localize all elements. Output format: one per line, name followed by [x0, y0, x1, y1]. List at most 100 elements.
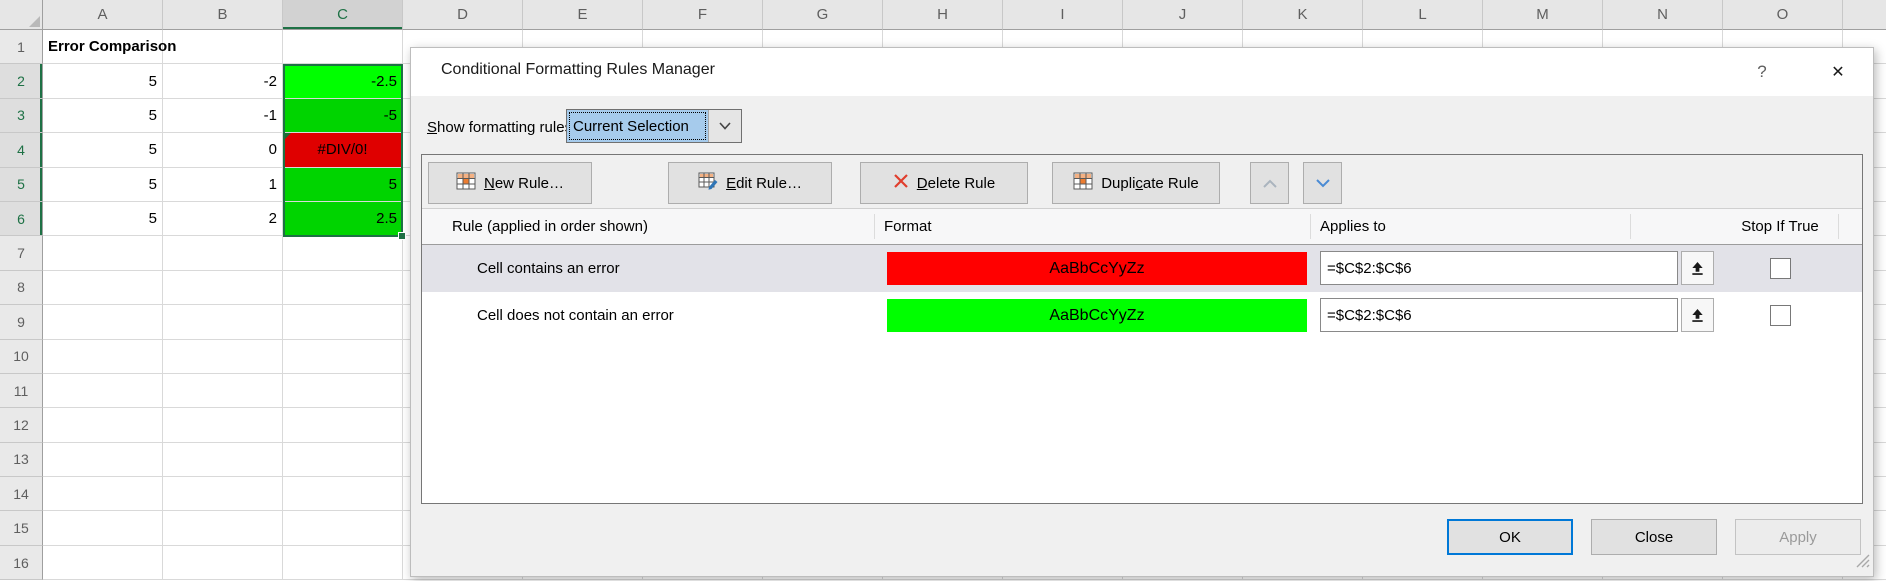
cell-A8[interactable]: [43, 271, 163, 305]
row-header-2[interactable]: 2: [0, 64, 43, 98]
scope-combobox-value[interactable]: Current Selection: [567, 110, 708, 142]
collapse-dialog-range-picker-icon[interactable]: [1681, 298, 1714, 332]
column-header-G[interactable]: G: [763, 0, 883, 30]
cell-A10[interactable]: [43, 340, 163, 374]
rule-row-1[interactable]: Cell contains an errorAaBbCcYyZz: [422, 245, 1862, 292]
cell-C15[interactable]: [283, 511, 403, 545]
column-header-C[interactable]: C: [283, 0, 403, 30]
ok-button[interactable]: OK: [1447, 519, 1573, 555]
cell-B2[interactable]: -2: [163, 64, 283, 98]
cell-C2[interactable]: -2.5: [283, 64, 403, 98]
cell-C13[interactable]: [283, 443, 403, 477]
cell-C12[interactable]: [283, 408, 403, 442]
cell-C11[interactable]: [283, 374, 403, 408]
row-header-3[interactable]: 3: [0, 99, 43, 133]
close-button[interactable]: Close: [1591, 519, 1717, 555]
row-header-15[interactable]: 15: [0, 511, 43, 545]
row-header-9[interactable]: 9: [0, 305, 43, 339]
cell-B6[interactable]: 2: [163, 202, 283, 236]
cell-B5[interactable]: 1: [163, 168, 283, 202]
cell-C16[interactable]: [283, 546, 403, 580]
stop-if-true-checkbox[interactable]: [1770, 258, 1791, 279]
close-icon[interactable]: ✕: [1819, 56, 1857, 88]
resize-grip-icon[interactable]: [1855, 553, 1870, 573]
cell-A15[interactable]: [43, 511, 163, 545]
column-header-B[interactable]: B: [163, 0, 283, 30]
cell-B12[interactable]: [163, 408, 283, 442]
cell-C9[interactable]: [283, 305, 403, 339]
rule-row-2[interactable]: Cell does not contain an errorAaBbCcYyZz: [422, 292, 1862, 339]
column-header-M[interactable]: M: [1483, 0, 1603, 30]
column-header-L[interactable]: L: [1363, 0, 1483, 30]
cell-A14[interactable]: [43, 477, 163, 511]
cell-C3[interactable]: -5: [283, 99, 403, 133]
cell-A5[interactable]: 5: [43, 168, 163, 202]
cell-A1[interactable]: Error Comparison: [43, 30, 163, 64]
help-icon[interactable]: ?: [1745, 56, 1779, 88]
row-header-6[interactable]: 6: [0, 202, 43, 236]
cell-A13[interactable]: [43, 443, 163, 477]
cell-C8[interactable]: [283, 271, 403, 305]
move-rule-up-button[interactable]: [1250, 162, 1289, 204]
column-header-H[interactable]: H: [883, 0, 1003, 30]
column-header-D[interactable]: D: [403, 0, 523, 30]
cell-C14[interactable]: [283, 477, 403, 511]
cell-A3[interactable]: 5: [43, 99, 163, 133]
cell-B10[interactable]: [163, 340, 283, 374]
row-header-16[interactable]: 16: [0, 546, 43, 580]
cell-B4[interactable]: 0: [163, 133, 283, 167]
column-header-O[interactable]: O: [1723, 0, 1843, 30]
row-header-4[interactable]: 4: [0, 133, 43, 167]
delete-rule-button[interactable]: Delete Rule: [860, 162, 1028, 204]
cell-A2[interactable]: 5: [43, 64, 163, 98]
cell-B7[interactable]: [163, 236, 283, 270]
edit-rule-button[interactable]: Edit Rule…: [668, 162, 832, 204]
cell-A9[interactable]: [43, 305, 163, 339]
cell-A11[interactable]: [43, 374, 163, 408]
cell-C4[interactable]: #DIV/0!: [283, 133, 403, 167]
cell-B1[interactable]: [163, 30, 283, 64]
duplicate-rule-button[interactable]: Duplicate Rule: [1052, 162, 1220, 204]
row-header-7[interactable]: 7: [0, 236, 43, 270]
column-header-F[interactable]: F: [643, 0, 763, 30]
row-header-10[interactable]: 10: [0, 340, 43, 374]
cell-C7[interactable]: [283, 236, 403, 270]
move-rule-down-button[interactable]: [1303, 162, 1342, 204]
new-rule-button[interactable]: New Rule…: [428, 162, 592, 204]
apply-button[interactable]: Apply: [1735, 519, 1861, 555]
column-header-E[interactable]: E: [523, 0, 643, 30]
column-header-K[interactable]: K: [1243, 0, 1363, 30]
cell-A16[interactable]: [43, 546, 163, 580]
cell-C6[interactable]: 2.5: [283, 202, 403, 236]
cell-B13[interactable]: [163, 443, 283, 477]
row-header-11[interactable]: 11: [0, 374, 43, 408]
applies-to-input[interactable]: [1320, 251, 1678, 285]
column-header-N[interactable]: N: [1603, 0, 1723, 30]
cell-B15[interactable]: [163, 511, 283, 545]
row-header-5[interactable]: 5: [0, 168, 43, 202]
row-header-8[interactable]: 8: [0, 271, 43, 305]
cell-B8[interactable]: [163, 271, 283, 305]
cell-C5[interactable]: 5: [283, 168, 403, 202]
cell-C1[interactable]: [283, 30, 403, 64]
cell-B11[interactable]: [163, 374, 283, 408]
chevron-down-icon[interactable]: [708, 110, 741, 142]
cell-A4[interactable]: 5: [43, 133, 163, 167]
column-header-I[interactable]: I: [1003, 0, 1123, 30]
cell-A6[interactable]: 5: [43, 202, 163, 236]
row-header-12[interactable]: 12: [0, 408, 43, 442]
row-header-13[interactable]: 13: [0, 443, 43, 477]
collapse-dialog-range-picker-icon[interactable]: [1681, 251, 1714, 285]
select-all-corner[interactable]: [0, 0, 43, 30]
row-header-1[interactable]: 1: [0, 30, 43, 64]
cell-B9[interactable]: [163, 305, 283, 339]
row-header-14[interactable]: 14: [0, 477, 43, 511]
dialog-titlebar[interactable]: Conditional Formatting Rules Manager ? ✕: [411, 48, 1873, 96]
cell-A12[interactable]: [43, 408, 163, 442]
cell-B16[interactable]: [163, 546, 283, 580]
column-header-J[interactable]: J: [1123, 0, 1243, 30]
column-header-A[interactable]: A: [43, 0, 163, 30]
cell-A7[interactable]: [43, 236, 163, 270]
cell-B3[interactable]: -1: [163, 99, 283, 133]
cell-C10[interactable]: [283, 340, 403, 374]
